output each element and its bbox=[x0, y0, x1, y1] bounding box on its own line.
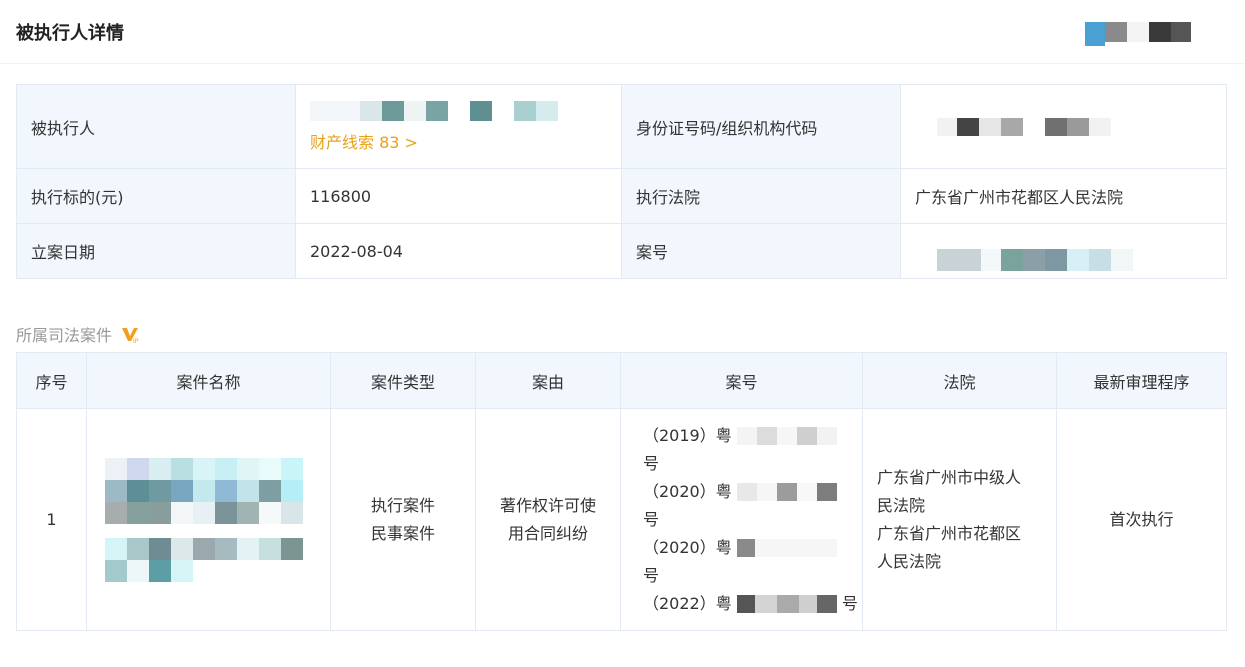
court-line: 人民法院 bbox=[877, 551, 942, 571]
case-index: 1 bbox=[16, 408, 87, 631]
cases-section-label: 所属司法案件 bbox=[16, 326, 113, 345]
column-header-court: 法院 bbox=[862, 352, 1057, 409]
case-number-suffix: 号 bbox=[643, 453, 660, 473]
page-header: 被执行人详情 bbox=[0, 0, 1245, 64]
court-line: 广东省广州市中级人 bbox=[877, 467, 1022, 487]
column-header-index: 序号 bbox=[16, 352, 87, 409]
filing-date-value: 2022-08-04 bbox=[295, 223, 622, 279]
executee-info-table: 被执行人 财产线索 83 > 身份证号码/组织机构代码 执行标的(元) 1168… bbox=[16, 84, 1227, 279]
page-title: 被执行人详情 bbox=[16, 23, 124, 44]
cases-section-title: 所属司法案件 IP bbox=[16, 322, 140, 346]
vip-badge-icon: IP bbox=[120, 324, 140, 345]
redacted-case-number bbox=[736, 595, 837, 613]
table-header-row: 序号 案件名称 案件类型 案由 案号 法院 最新审理程序 bbox=[16, 352, 1227, 409]
execution-court-label: 执行法院 bbox=[621, 168, 901, 224]
property-clue-link[interactable]: 财产线索 83 > bbox=[310, 129, 607, 153]
case-number-prefix: （2019）粤 bbox=[643, 425, 732, 445]
execution-amount-label: 执行标的(元) bbox=[16, 168, 296, 224]
cause-line: 著作权许可使 bbox=[499, 495, 596, 515]
cause-line: 用合同纠纷 bbox=[507, 523, 588, 543]
column-header-latest-procedure: 最新审理程序 bbox=[1056, 352, 1227, 409]
case-number-suffix: 号 bbox=[841, 593, 858, 613]
case-type-cell: 执行案件 民事案件 bbox=[330, 408, 476, 631]
executee-value: 财产线索 83 > bbox=[295, 84, 622, 169]
case-number-value bbox=[900, 223, 1227, 279]
case-number-cell[interactable]: （2019）粤 号 （2020）粤 号 （2020）粤 号 （2022）粤 号 bbox=[620, 408, 863, 631]
case-type: 民事案件 bbox=[370, 523, 435, 543]
latest-procedure-cell: 首次执行 bbox=[1056, 408, 1227, 631]
case-type: 执行案件 bbox=[370, 495, 435, 515]
case-number-prefix: （2022）粤 bbox=[643, 593, 732, 613]
court-cell: 广东省广州市中级人 民法院 广东省广州市花都区 人民法院 bbox=[862, 408, 1057, 631]
redacted-logo bbox=[1085, 22, 1195, 46]
redacted-case-name bbox=[105, 457, 321, 582]
case-number-entry[interactable]: （2020）粤 bbox=[643, 534, 862, 562]
case-number-label: 案号 bbox=[621, 223, 901, 279]
redacted-id-code bbox=[937, 117, 1137, 136]
svg-text:IP: IP bbox=[133, 338, 139, 344]
execution-amount-value: 116800 bbox=[295, 168, 622, 224]
case-number-prefix: （2020）粤 bbox=[643, 481, 732, 501]
redacted-case-number bbox=[736, 427, 837, 445]
case-number-entry[interactable]: （2020）粤 bbox=[643, 478, 862, 506]
court-line: 民法院 bbox=[877, 495, 926, 515]
cause-cell: 著作权许可使 用合同纠纷 bbox=[475, 408, 621, 631]
executee-label: 被执行人 bbox=[16, 84, 296, 169]
redacted-case-number bbox=[937, 249, 1137, 271]
case-number-entry[interactable]: （2022）粤 号 bbox=[643, 590, 862, 618]
court-line: 广东省广州市花都区 bbox=[877, 523, 1022, 543]
info-row: 执行标的(元) 116800 执行法院 广东省广州市花都区人民法院 bbox=[16, 168, 1227, 224]
info-row: 立案日期 2022-08-04 案号 bbox=[16, 223, 1227, 279]
case-number-entry[interactable]: （2019）粤 bbox=[643, 422, 862, 450]
case-name-cell[interactable] bbox=[86, 408, 331, 631]
execution-court-value: 广东省广州市花都区人民法院 bbox=[900, 168, 1227, 224]
table-row[interactable]: 1 执行案件 民事案件 著作权许可使 用合同纠纷 （2019）粤 号 （2020… bbox=[16, 408, 1227, 631]
case-number-prefix: （2020）粤 bbox=[643, 537, 732, 557]
column-header-case-type: 案件类型 bbox=[330, 352, 476, 409]
redacted-case-number bbox=[736, 483, 837, 501]
id-code-value bbox=[900, 84, 1227, 169]
id-code-label: 身份证号码/组织机构代码 bbox=[621, 84, 901, 169]
redacted-name bbox=[310, 100, 580, 123]
column-header-case-name: 案件名称 bbox=[86, 352, 331, 409]
case-number-suffix: 号 bbox=[643, 565, 660, 585]
redacted-case-number bbox=[736, 539, 837, 557]
column-header-cause: 案由 bbox=[475, 352, 621, 409]
filing-date-label: 立案日期 bbox=[16, 223, 296, 279]
case-number-suffix: 号 bbox=[643, 509, 660, 529]
column-header-case-number: 案号 bbox=[620, 352, 863, 409]
info-row: 被执行人 财产线索 83 > 身份证号码/组织机构代码 bbox=[16, 84, 1227, 169]
judicial-cases-table: 序号 案件名称 案件类型 案由 案号 法院 最新审理程序 1 执行案件 民事案件… bbox=[16, 352, 1227, 631]
